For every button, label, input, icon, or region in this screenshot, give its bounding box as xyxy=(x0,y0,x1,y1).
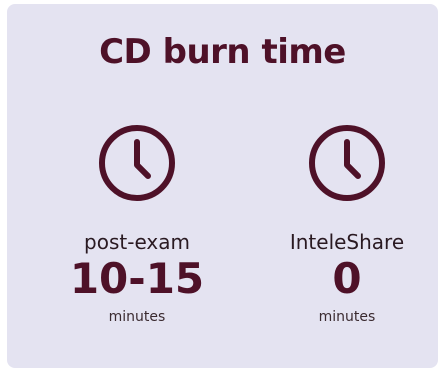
stat-inteleshare: InteleShare 0 minutes xyxy=(247,122,445,326)
stat-unit: minutes xyxy=(318,309,376,325)
clock-icon xyxy=(309,125,385,201)
stat-value: 10-15 xyxy=(69,254,205,303)
burn-time-card: CD burn time post-exam 10-15 minutes Int… xyxy=(7,4,438,368)
stat-label: post-exam xyxy=(84,230,190,254)
stat-value: 0 xyxy=(332,254,362,303)
stat-unit: minutes xyxy=(108,309,166,325)
card-title: CD burn time xyxy=(99,32,346,72)
stat-label: InteleShare xyxy=(289,230,405,254)
stat-post-exam: post-exam 10-15 minutes xyxy=(37,122,237,326)
clock-icon xyxy=(99,125,175,201)
